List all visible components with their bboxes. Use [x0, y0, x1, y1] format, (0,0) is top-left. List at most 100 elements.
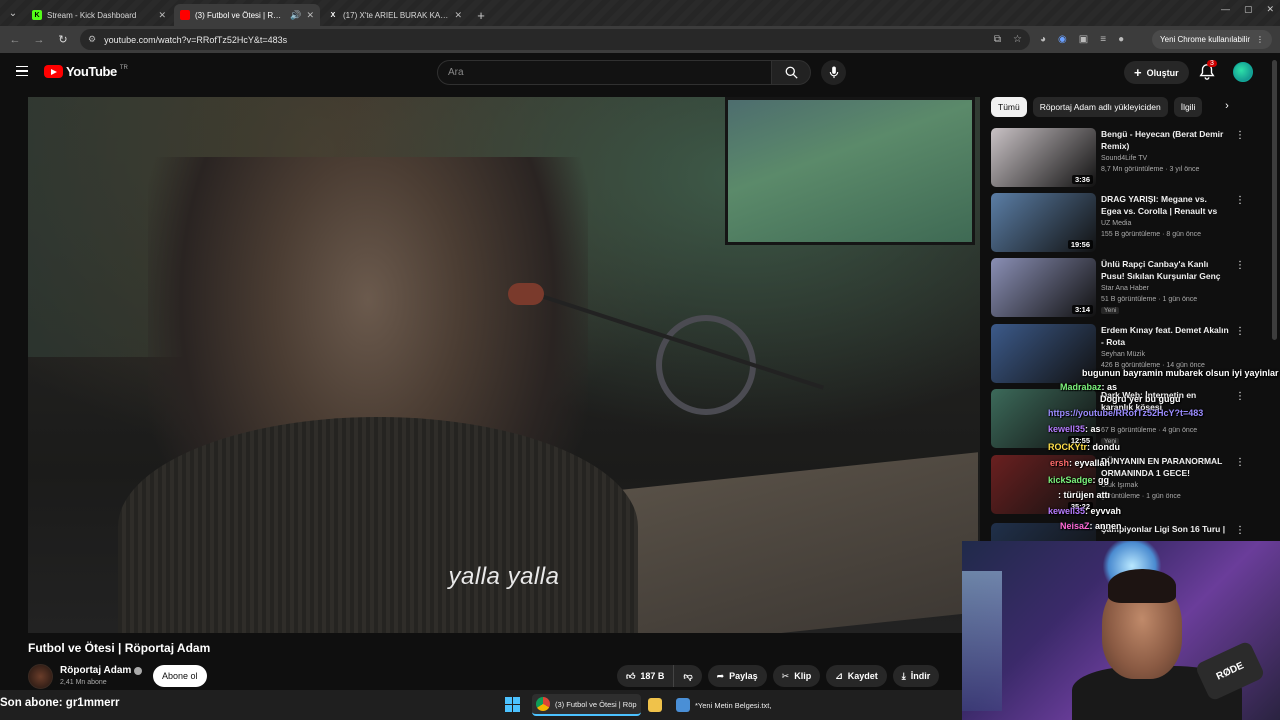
- recommendation-item[interactable]: Şampiyonlar Ligi Son 16 Turu | ... ⋮: [991, 523, 1251, 541]
- voice-search-button[interactable]: [821, 60, 846, 85]
- video-thumbnail[interactable]: 35:22: [991, 455, 1096, 514]
- recommendation-item[interactable]: 3:14 Ünlü Rapçi Canbay'a Kanlı Pusu! Sıkı…: [991, 258, 1251, 320]
- page-scrollbar[interactable]: [1272, 60, 1277, 340]
- recommendation-title[interactable]: Erdem Kınay feat. Demet Akalın - Rota: [1101, 324, 1229, 348]
- chip-related[interactable]: İlgili: [1173, 97, 1203, 117]
- recommendation-item[interactable]: Erdem Kınay feat. Demet Akalın - Rota Sey…: [991, 324, 1251, 386]
- windows-start-icon[interactable]: [505, 697, 520, 712]
- thumbs-down-icon: 👎︎: [683, 670, 693, 681]
- create-button[interactable]: + Oluştur: [1124, 61, 1189, 84]
- recommendation-item[interactable]: 19:56 DRAG YARIŞI: Megane vs. Egea vs. Co…: [991, 193, 1251, 255]
- recommendation-channel[interactable]: UZ Media: [1101, 220, 1131, 227]
- minimize-icon[interactable]: —: [1221, 4, 1230, 15]
- taskbar-notepad[interactable]: *Yeni Metin Belgesi.txt,: [672, 694, 775, 716]
- recommendation-meta: 67 B görüntüleme · 4 gün önce: [1101, 427, 1198, 434]
- search-icon: [785, 66, 798, 79]
- puzzle-icon[interactable]: ▣: [1079, 34, 1088, 45]
- recommendation-title[interactable]: DRAG YARIŞI: Megane vs. Egea vs. Corolla…: [1101, 193, 1229, 217]
- scissors-icon: ✂: [781, 670, 790, 681]
- extension-icon[interactable]: ◉: [1058, 34, 1067, 45]
- video-title: Futbol ve Ötesi | Röportaj Adam: [28, 641, 211, 655]
- dislike-button[interactable]: 👎︎: [673, 665, 701, 687]
- recommendation-item[interactable]: 3:36 Bengü - Heyecan (Berat Demir Remix) S…: [991, 128, 1251, 190]
- tab-kick-dashboard[interactable]: K Stream - Kick Dashboard ✕: [26, 4, 172, 26]
- clip-button[interactable]: ✂ Klip: [772, 665, 821, 687]
- search-input[interactable]: [448, 67, 771, 78]
- close-tab-icon[interactable]: ✕: [454, 10, 462, 21]
- recommendation-title[interactable]: Şampiyonlar Ligi Son 16 Turu | ...: [1101, 523, 1229, 541]
- maximize-icon[interactable]: ▢: [1244, 4, 1253, 15]
- recommendation-title[interactable]: DÜNYANIN EN PARANORMAL ORMANINDA 1 GECE!: [1101, 455, 1229, 479]
- close-window-icon[interactable]: ✕: [1266, 4, 1274, 15]
- recommendation-channel[interactable]: Sound4Life TV: [1101, 155, 1147, 162]
- more-vert-icon[interactable]: ⋮: [1235, 130, 1245, 141]
- recommendation-title[interactable]: Bengü - Heyecan (Berat Demir Remix): [1101, 128, 1229, 152]
- video-thumbnail[interactable]: 3:36: [991, 128, 1096, 187]
- close-tab-icon[interactable]: ✕: [306, 10, 314, 21]
- more-vert-icon[interactable]: ⋮: [1235, 525, 1245, 536]
- chip-all[interactable]: Tümü: [991, 97, 1027, 117]
- more-vert-icon[interactable]: ⋮: [1235, 391, 1245, 402]
- youtube-logo[interactable]: YouTube TR: [44, 64, 128, 79]
- taskbar-chrome[interactable]: (3) Futbol ve Ötesi | Röp: [532, 694, 641, 716]
- video-actions: 👍︎ 187 B 👎︎ ➦ Paylaş ✂ Klip ⊿ Kaydet ⤓ İ…: [617, 665, 940, 687]
- back-icon[interactable]: ←: [8, 34, 22, 46]
- new-tab-icon[interactable]: +: [470, 4, 492, 26]
- recommendation-channel[interactable]: Star Ana Haber: [1101, 285, 1149, 292]
- forward-icon[interactable]: →: [32, 34, 46, 46]
- video-thumbnail[interactable]: [991, 324, 1096, 383]
- tab-search-icon[interactable]: ⌄: [0, 0, 26, 26]
- recommendation-item[interactable]: 12:55 Dark Web: İnternetin en karanlık kö…: [991, 389, 1251, 451]
- save-button[interactable]: ⊿ Kaydet: [826, 665, 887, 687]
- like-button[interactable]: 👍︎ 187 B: [617, 665, 673, 687]
- recommendation-title[interactable]: Ünlü Rapçi Canbay'a Kanlı Pusu! Sıkılan …: [1101, 258, 1229, 282]
- account-avatar[interactable]: [1233, 62, 1253, 82]
- last-subscriber-label: Son abone: gr1mmerr: [0, 697, 120, 709]
- taskbar-file-explorer[interactable]: [644, 694, 666, 716]
- tab-x[interactable]: X (17) X'te ARIEL BURAK KAPLAN ✕: [322, 4, 468, 26]
- video-thumbnail[interactable]: 3:14: [991, 258, 1096, 317]
- incognito-icon[interactable]: ◕: [1040, 34, 1046, 45]
- speaker-icon[interactable]: 🔊: [290, 10, 301, 21]
- address-bar[interactable]: ⚙ youtube.com/watch?v=RRofTz52HcY&t=483s…: [80, 29, 1030, 50]
- more-vert-icon[interactable]: ⋮: [1256, 35, 1264, 44]
- profile-avatar[interactable]: ●: [1118, 34, 1124, 45]
- video-thumbnail[interactable]: 19:56: [991, 193, 1096, 252]
- download-button[interactable]: ⤓ İndir: [892, 665, 940, 687]
- taskbar: [0, 690, 962, 720]
- notification-count-badge: 3: [1207, 60, 1217, 67]
- channel-avatar[interactable]: [28, 664, 53, 689]
- video-thumbnail[interactable]: [991, 523, 1096, 541]
- more-vert-icon[interactable]: ⋮: [1235, 260, 1245, 271]
- tab-youtube[interactable]: (3) Futbol ve Ötesi | Röportaj 🔊 ✕: [174, 4, 320, 26]
- like-dislike-group: 👍︎ 187 B 👎︎: [617, 665, 702, 687]
- share-button[interactable]: ➦ Paylaş: [707, 665, 767, 687]
- video-duration: 3:36: [1071, 175, 1093, 184]
- menu-icon[interactable]: [16, 66, 28, 76]
- close-tab-icon[interactable]: ✕: [158, 10, 166, 21]
- more-vert-icon[interactable]: ⋮: [1235, 195, 1245, 206]
- video-thumbnail[interactable]: 12:55: [991, 389, 1096, 448]
- bookmark-icon: ⊿: [835, 670, 843, 681]
- recommendation-channel[interactable]: Seyhan Müzik: [1101, 351, 1145, 358]
- search-field[interactable]: [437, 60, 772, 85]
- bookmark-star-icon[interactable]: ☆: [1013, 34, 1022, 45]
- media-icon[interactable]: ≡: [1100, 34, 1106, 45]
- more-vert-icon[interactable]: ⋮: [1235, 457, 1245, 468]
- video-player[interactable]: yalla yalla: [28, 97, 980, 633]
- recommendation-channel[interactable]: Ufuk Işımak: [1101, 482, 1138, 489]
- search-button[interactable]: [771, 60, 811, 85]
- channel-name[interactable]: Röportaj Adam: [60, 665, 143, 676]
- reload-icon[interactable]: ↻: [56, 33, 70, 46]
- more-vert-icon[interactable]: ⋮: [1235, 326, 1245, 337]
- chrome-update-button[interactable]: Yeni Chrome kullanılabilir ⋮: [1152, 30, 1272, 49]
- chevron-right-icon[interactable]: ›: [1220, 100, 1234, 114]
- install-icon[interactable]: ⧉: [994, 34, 1001, 45]
- site-info-icon[interactable]: ⚙: [88, 34, 96, 45]
- kick-favicon-icon: K: [32, 10, 42, 20]
- recommendation-title[interactable]: Dark Web: İnternetin en karanlık köşesi: [1101, 389, 1229, 413]
- video-duration: 3:14: [1071, 305, 1093, 314]
- subscribe-button[interactable]: Abone ol: [153, 665, 207, 687]
- chip-from-uploader[interactable]: Röportaj Adam adlı yükleyiciden: [1032, 97, 1168, 117]
- recommendation-item[interactable]: 35:22 DÜNYANIN EN PARANORMAL ORMANINDA 1 …: [991, 455, 1251, 517]
